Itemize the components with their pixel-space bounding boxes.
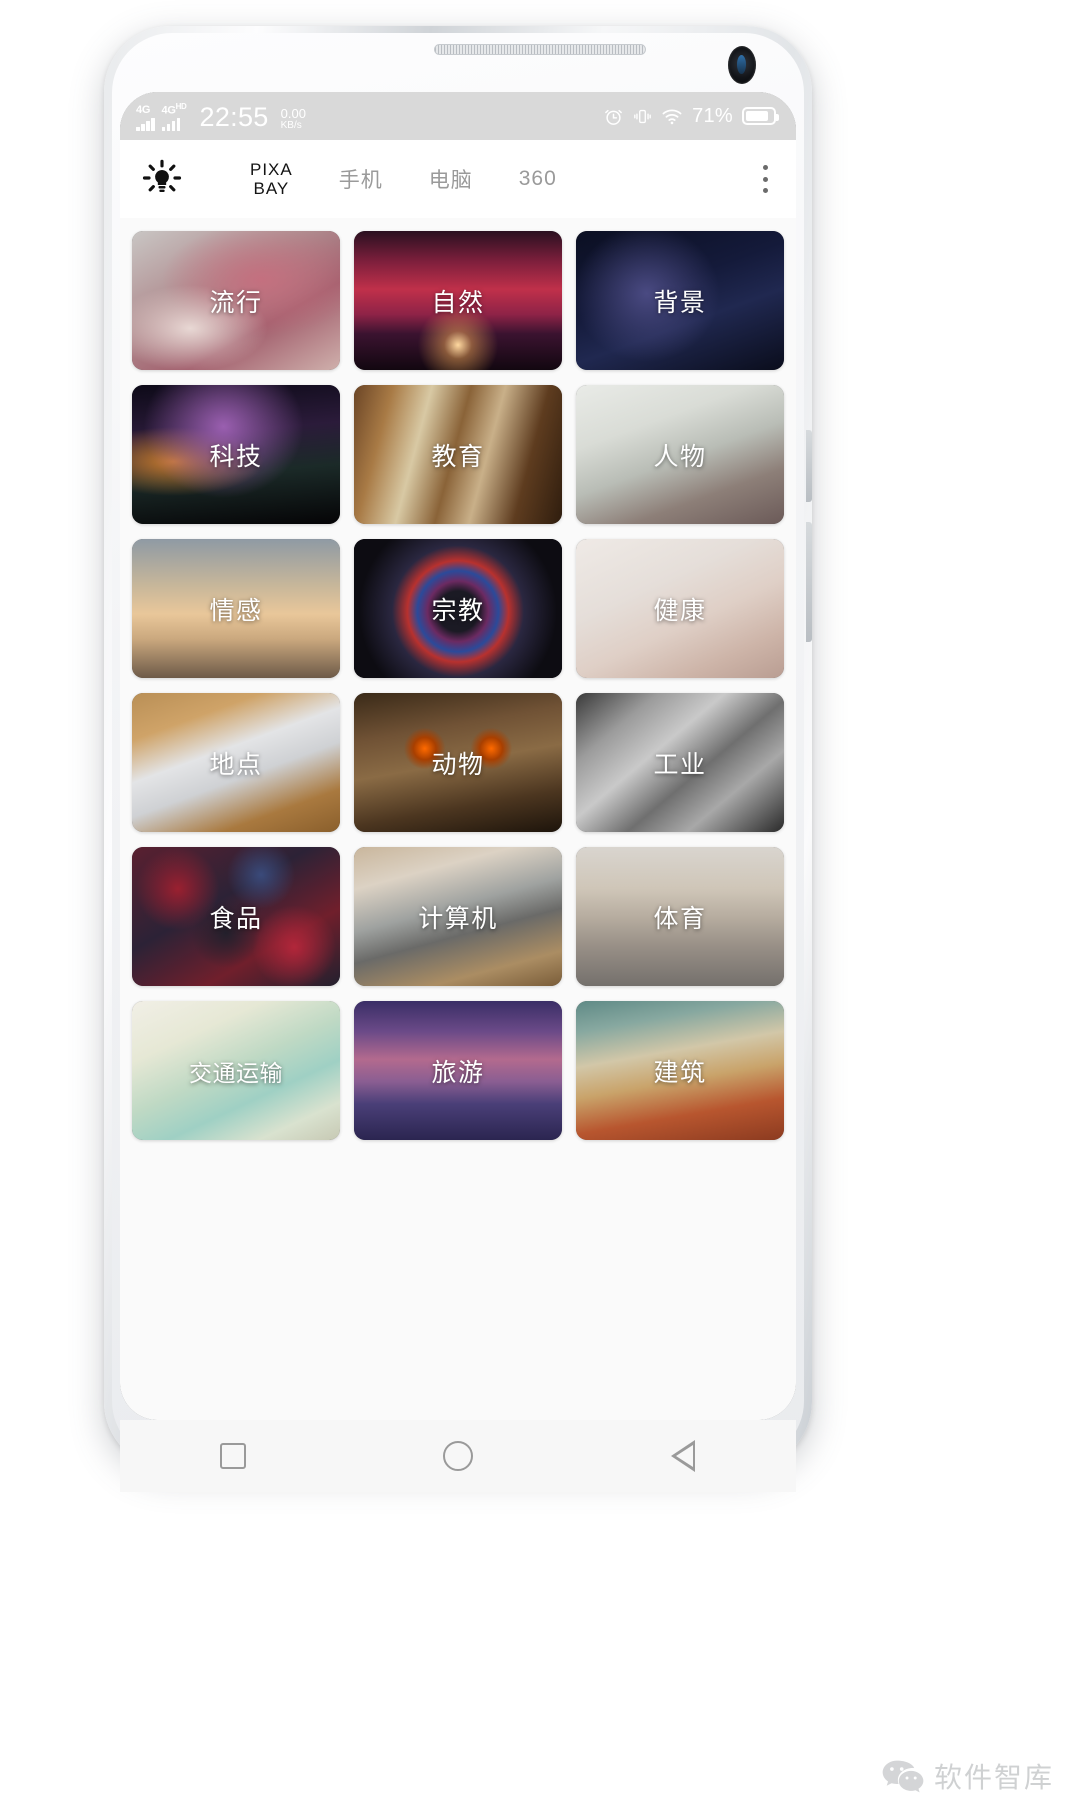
category-card-label: 科技 — [209, 442, 263, 471]
category-card-label: 宗教 — [431, 596, 485, 625]
category-card[interactable]: 健康 — [576, 539, 784, 678]
category-card-label: 背景 — [653, 288, 707, 317]
earpiece-speaker — [434, 44, 646, 55]
home-button[interactable] — [431, 1433, 485, 1479]
category-card-label: 地点 — [209, 750, 263, 779]
power-button[interactable] — [806, 522, 812, 642]
category-card-label: 人物 — [653, 442, 707, 471]
square-recents-icon — [219, 1443, 246, 1469]
category-card[interactable]: 交通运输 — [132, 1001, 340, 1140]
category-card-label: 计算机 — [418, 904, 498, 933]
category-grid: 流行 自然 背景科技 教育 人物情感 宗教 健康地点 动物 工业食品 计算机 体育交通运输 旅游 建筑 — [132, 231, 784, 1140]
category-card-label: 情感 — [209, 596, 263, 625]
battery-icon — [742, 107, 779, 125]
sim2-network-label: 4GHD — [161, 101, 187, 117]
category-card[interactable]: 食品 — [132, 847, 340, 986]
recents-button[interactable] — [206, 1433, 260, 1479]
wechat-icon — [882, 1760, 924, 1793]
status-bar-clock: 22:55 — [199, 102, 269, 133]
front-camera-icon — [728, 46, 756, 84]
network-speed: 0.00 KB/s — [281, 107, 306, 131]
category-card[interactable]: 人物 — [576, 385, 784, 524]
category-card-label: 自然 — [431, 288, 485, 317]
watermark-text: 软件智库 — [933, 1761, 1054, 1794]
category-card-label: 动物 — [431, 750, 485, 779]
network-speed-value: 0.00 — [280, 106, 306, 122]
status-bar-right: 71% — [603, 104, 779, 128]
category-card[interactable]: 背景 — [576, 231, 784, 370]
back-button[interactable] — [656, 1433, 710, 1479]
category-card[interactable]: 计算机 — [354, 847, 562, 986]
network-speed-unit: KB/s — [280, 120, 302, 132]
sim2-signal-bars-icon — [161, 118, 180, 132]
category-card-label: 建筑 — [653, 1058, 707, 1087]
category-card-label: 旅游 — [431, 1058, 485, 1087]
sim1-network-label: 4G — [136, 104, 151, 117]
brand-line-2: BAY — [253, 179, 290, 198]
app-toolbar: PIXA BAY 手机 电脑 360 — [120, 140, 796, 218]
category-card[interactable]: 建筑 — [576, 1001, 784, 1140]
triangle-back-icon — [671, 1440, 696, 1472]
category-card-label: 体育 — [653, 904, 707, 933]
sim1-signal: 4G — [136, 104, 155, 132]
category-card-label: 食品 — [209, 904, 263, 933]
app-brand-logo[interactable]: PIXA BAY — [250, 160, 293, 198]
sim2-signal: 4GHD — [161, 101, 187, 132]
brand-line-1: PIXA — [250, 160, 293, 179]
category-card[interactable]: 科技 — [132, 385, 340, 524]
tab-360[interactable]: 360 — [519, 167, 557, 191]
sim1-signal-bars-icon — [136, 118, 155, 132]
category-card-label: 流行 — [209, 288, 263, 317]
volume-button[interactable] — [806, 430, 812, 502]
overflow-menu-icon[interactable] — [752, 162, 778, 196]
battery-percent-label: 71% — [692, 104, 733, 127]
lightbulb-icon[interactable] — [142, 158, 182, 200]
phone-screen: 4G 4GHD 22:55 0.00 KB/s 71% PIXA BAY 手机 … — [120, 92, 796, 1420]
category-card[interactable]: 动物 — [354, 693, 562, 832]
status-bar-left: 4G 4GHD 22:55 0.00 KB/s — [136, 101, 306, 132]
category-card[interactable]: 体育 — [576, 847, 784, 986]
vibrate-icon — [634, 109, 651, 123]
watermark: 软件智库 — [881, 1756, 1054, 1796]
category-card-label: 教育 — [431, 442, 485, 471]
system-navigation-bar — [120, 1420, 796, 1492]
app-screen: 4G 4GHD 22:55 0.00 KB/s 71% PIXA BAY 手机 … — [120, 92, 796, 1420]
category-card[interactable]: 旅游 — [354, 1001, 562, 1140]
category-card[interactable]: 情感 — [132, 539, 340, 678]
category-card[interactable]: 自然 — [354, 231, 562, 370]
category-card-label: 健康 — [653, 596, 707, 625]
status-bar: 4G 4GHD 22:55 0.00 KB/s 71% — [120, 92, 796, 140]
circle-home-icon — [442, 1441, 473, 1471]
category-card[interactable]: 教育 — [354, 385, 562, 524]
tab-shouji[interactable]: 手机 — [339, 164, 383, 194]
category-card-label: 交通运输 — [189, 1059, 283, 1086]
category-card-label: 工业 — [653, 750, 707, 779]
wifi-icon — [662, 109, 682, 124]
alarm-clock-icon — [605, 109, 622, 125]
tab-diannao[interactable]: 电脑 — [429, 164, 473, 194]
category-grid-scroll[interactable]: 流行 自然 背景科技 教育 人物情感 宗教 健康地点 动物 工业食品 计算机 体育交通运输 旅游 建筑 — [120, 218, 796, 1420]
category-card[interactable]: 流行 — [132, 231, 340, 370]
category-card[interactable]: 工业 — [576, 693, 784, 832]
category-card[interactable]: 宗教 — [354, 539, 562, 678]
category-card[interactable]: 地点 — [132, 693, 340, 832]
